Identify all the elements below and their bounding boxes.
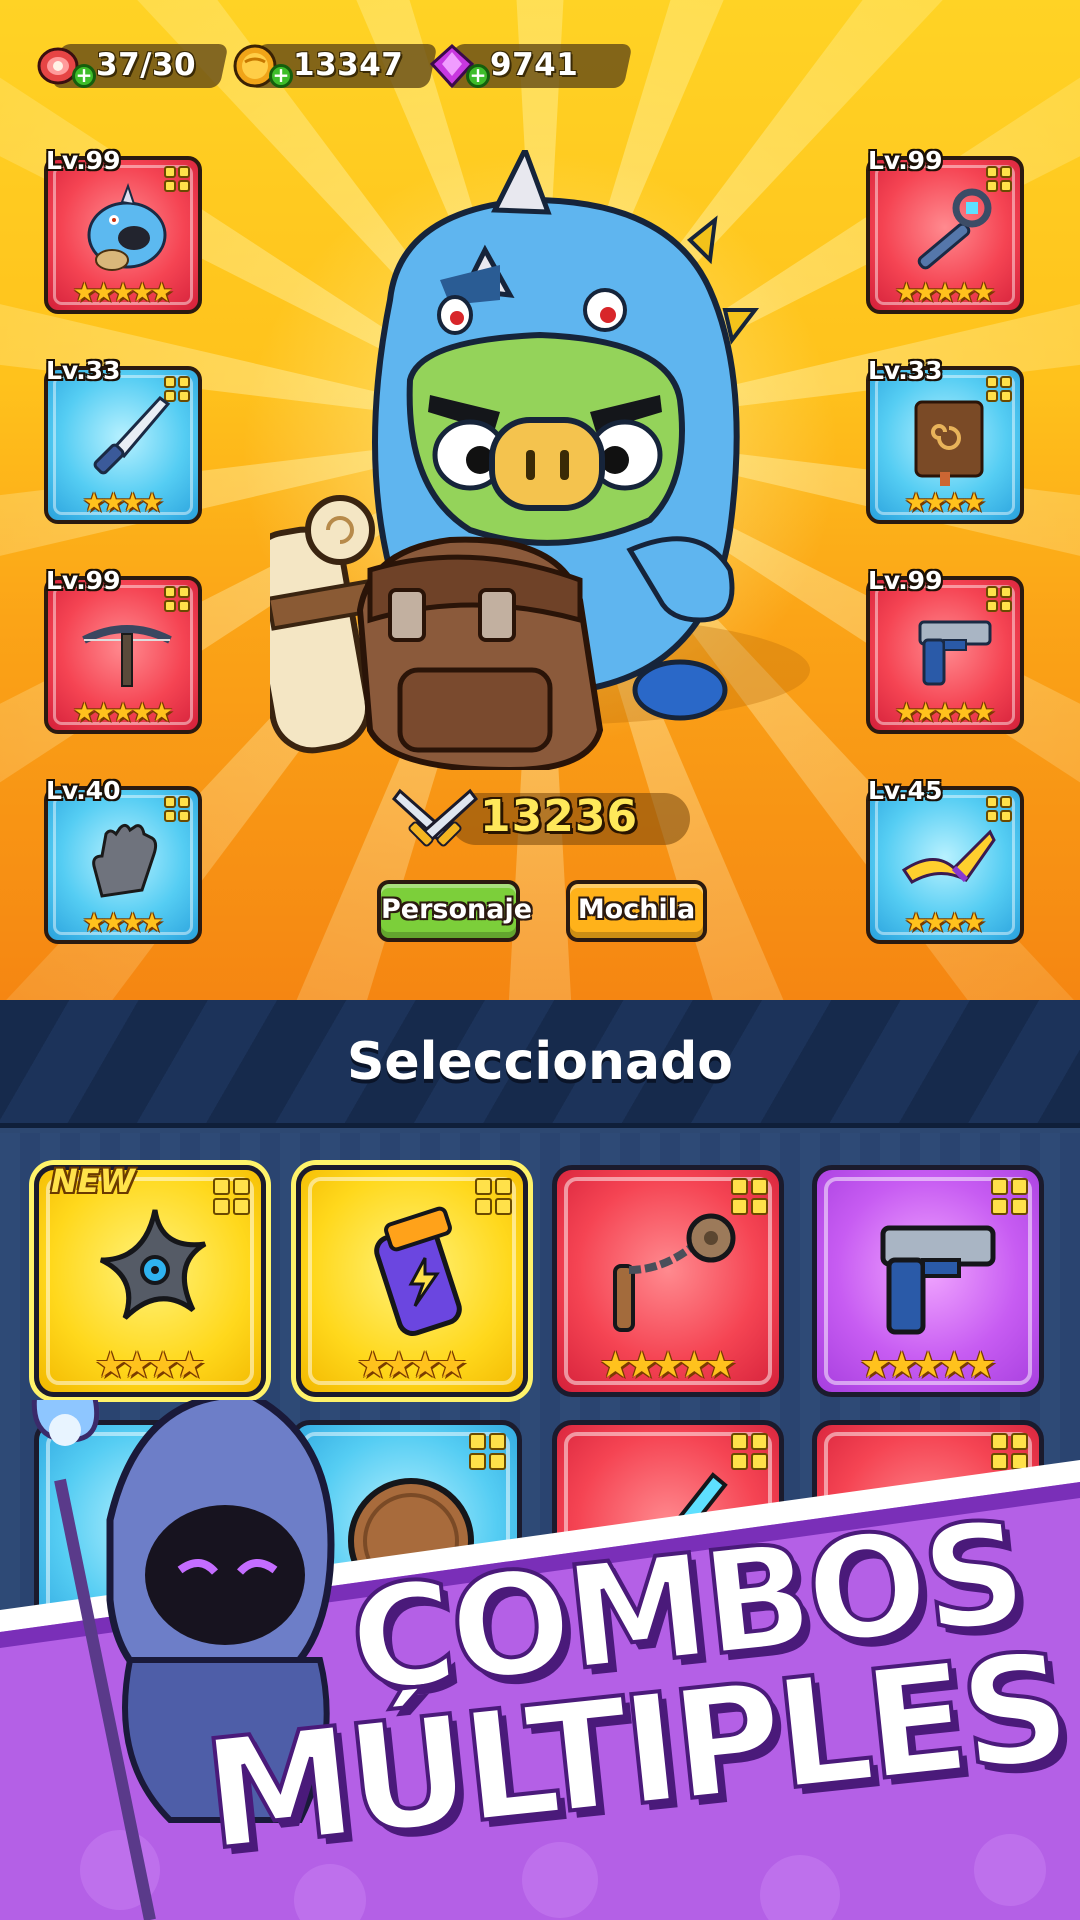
power-value: 13236 (480, 791, 639, 842)
glove-icon (92, 823, 158, 898)
equip-slot-staff[interactable]: Lv.99 ★★★★★ (866, 146, 1024, 314)
star-rating: ★★★★★ (870, 700, 1020, 726)
backpack-tab-button[interactable]: Mochila (566, 880, 707, 942)
character-tab-button[interactable]: Personaje (377, 880, 532, 942)
power-indicator: 13236 (390, 785, 695, 847)
star-rating: ★★★★ (48, 910, 198, 936)
blaster-pistol-icon (918, 620, 992, 686)
equip-slot-boomerang[interactable]: Lv.45 ★★★★ (866, 776, 1024, 944)
coin-counter[interactable]: + 13347 (231, 42, 438, 90)
equip-level: Lv.33 (868, 356, 943, 385)
selected-item-shuriken[interactable]: NEW ★★★★ (34, 1162, 266, 1397)
equip-level: Lv.99 (46, 146, 121, 175)
star-icon: ★ (971, 698, 996, 728)
star-icon: ★ (704, 1345, 737, 1386)
star-rating: ★★★★★ (48, 700, 198, 726)
coins-value: 13347 (293, 47, 404, 83)
equip-slot-glove[interactable]: Lv.40 ★★★★ (44, 776, 202, 944)
star-rating: ★★★★ (48, 490, 198, 516)
energy-grenade-icon (374, 1206, 462, 1336)
star-rating: ★★★★★ (557, 1348, 779, 1384)
chain-mace-icon (613, 1213, 736, 1332)
panel-title: Seleccionado (346, 1032, 734, 1092)
add-coins-icon[interactable]: + (269, 64, 293, 88)
panel-header: Seleccionado (0, 1000, 1080, 1128)
star-icon: ★ (173, 1345, 206, 1386)
selected-item-mace[interactable]: ★★★★★ (552, 1165, 784, 1397)
selected-item-grenade[interactable]: ★★★★ (296, 1165, 528, 1397)
equip-level: Lv.99 (868, 146, 943, 175)
equip-level: Lv.99 (46, 566, 121, 595)
star-rating: ★★★★★ (48, 280, 198, 306)
star-icon: ★ (962, 908, 986, 938)
star-icon: ★ (964, 1345, 997, 1386)
equip-slot-pistol[interactable]: Lv.99 ★★★★★ (866, 566, 1024, 734)
selected-item-pistol[interactable]: ★★★★★ (812, 1165, 1044, 1397)
add-energy-icon[interactable]: + (72, 64, 96, 88)
star-icon: ★ (971, 278, 996, 308)
star-icon: ★ (140, 908, 164, 938)
energy-counter[interactable]: + 37/30 (34, 42, 229, 90)
star-icon: ★ (140, 488, 164, 518)
star-rating: ★★★★ (39, 1348, 261, 1384)
energy-value: 37/30 (96, 47, 197, 83)
star-rating: ★★★★ (301, 1348, 523, 1384)
star-rating: ★★★★★ (870, 280, 1020, 306)
star-icon: ★ (149, 278, 174, 308)
equip-level: Lv.33 (46, 356, 121, 385)
equip-slot-book[interactable]: Lv.33 ★★★★ (866, 356, 1024, 524)
equip-level: Lv.99 (868, 566, 943, 595)
shuriken-icon (99, 1209, 207, 1320)
equip-level: Lv.45 (868, 776, 943, 805)
hero-character (270, 150, 760, 770)
star-rating: ★★★★★ (817, 1348, 1039, 1384)
new-badge: NEW (51, 1162, 135, 1200)
star-icon: ★ (962, 488, 986, 518)
star-rating: ★★★★ (870, 490, 1020, 516)
character-scene: + 37/30 + 13347 + 9741 Lv.99 ★★★★★ Lv.33… (0, 0, 1080, 1000)
equip-slot-pet[interactable]: Lv.99 ★★★★★ (44, 146, 202, 314)
star-icon: ★ (435, 1345, 468, 1386)
equip-slot-weapon[interactable]: Lv.33 ★★★★ (44, 356, 202, 524)
gem-counter[interactable]: + 9741 (428, 42, 633, 90)
star-icon: ★ (149, 698, 174, 728)
blue-dragon-pet-icon (87, 183, 167, 271)
boomerang-icon (901, 829, 996, 884)
equip-level: Lv.40 (46, 776, 121, 805)
crossbow-icon (82, 625, 172, 687)
wrench-staff-icon (917, 188, 992, 270)
blaster-pistol-icon (880, 1225, 996, 1335)
add-gems-icon[interactable]: + (466, 64, 490, 88)
spell-book-icon (914, 400, 984, 486)
equip-slot-crossbow[interactable]: Lv.99 ★★★★★ (44, 566, 202, 734)
crossed-swords-icon (391, 788, 479, 847)
gems-value: 9741 (490, 47, 579, 83)
knife-icon (93, 395, 171, 475)
star-rating: ★★★★ (870, 910, 1020, 936)
